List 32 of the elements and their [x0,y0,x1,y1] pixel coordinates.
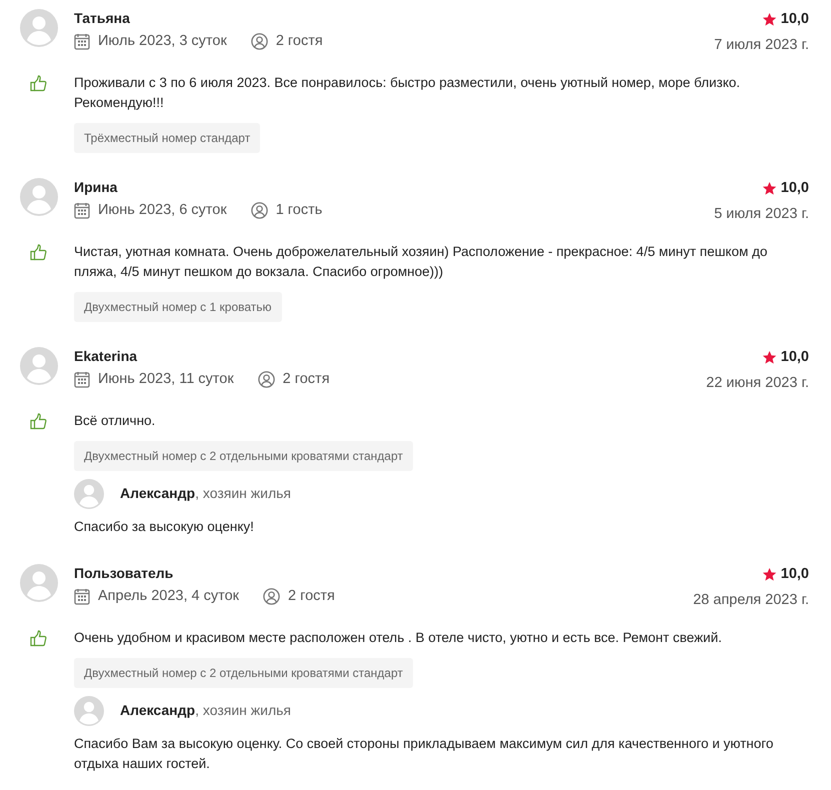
guest-count: 2 гостя [282,370,330,389]
rating-score: 10,0 [780,10,809,29]
stay-info: Июнь 2023, 6 суток [98,201,227,220]
review-date: 7 июля 2023 г. [714,36,809,55]
guest-count: 2 гостя [276,32,323,51]
stay-info: Июнь 2023, 11 суток [98,370,234,389]
guest-count: 2 гостя [288,587,335,606]
room-tag: Двухместный номер с 1 кроватью [74,292,282,322]
reply-text: Спасибо Вам за высокую оценку. Со своей стороны прикладываем максимум сил для качественного и уютного отдыха наших гостей. [74,734,774,773]
review-text: Очень удобном и красивом месте расположен отель . В отеле чисто, уютно и есть все. Ремонт свежий. [74,628,723,647]
author-name: Пользователь [74,564,174,582]
review-date: 5 июля 2023 г. [714,204,809,224]
rating-score: 10,0 [780,179,809,198]
host-name: Александр, хозяин жилья [120,701,291,720]
stay-info: Июль 2023, 3 суток [98,32,227,51]
review-date: 22 июня 2023 г. [706,374,809,393]
room-tag: Двухместный номер с 2 отдельными кроватями стандарт [74,658,413,688]
reply-text: Спасибо за высокую оценку! [74,518,255,536]
rating-score: 10,0 [780,565,809,584]
author-name: Ирина [74,178,118,196]
room-tag: Трёхместный номер стандарт [74,123,260,153]
review-text: Чистая, уютная комната. Очень доброжелательный хозяин) Расположение - прекрасное: 4/5 минут пешком до пляжа, 4/5 минут пешком до вокзала. Спасибо огромное))) [74,242,768,281]
author-name: Ekaterina [74,347,138,365]
author-name: Татьяна [74,9,131,27]
review-text: Всё отлично. [74,412,156,430]
rating-score: 10,0 [780,348,809,367]
review-date: 28 апреля 2023 г. [693,590,809,610]
guest-count: 1 гость [276,201,322,220]
stay-info: Апрель 2023, 4 суток [98,587,240,606]
room-tag: Двухместный номер с 2 отдельными кроватями стандарт [74,440,413,471]
host-name: Александр, хозяин жилья [120,484,291,504]
review-text: Проживали с 3 по 6 июля 2023. Все понравилось: быстро разместили, очень уютный номер, море близко. Рекомендую!!! [74,74,742,112]
